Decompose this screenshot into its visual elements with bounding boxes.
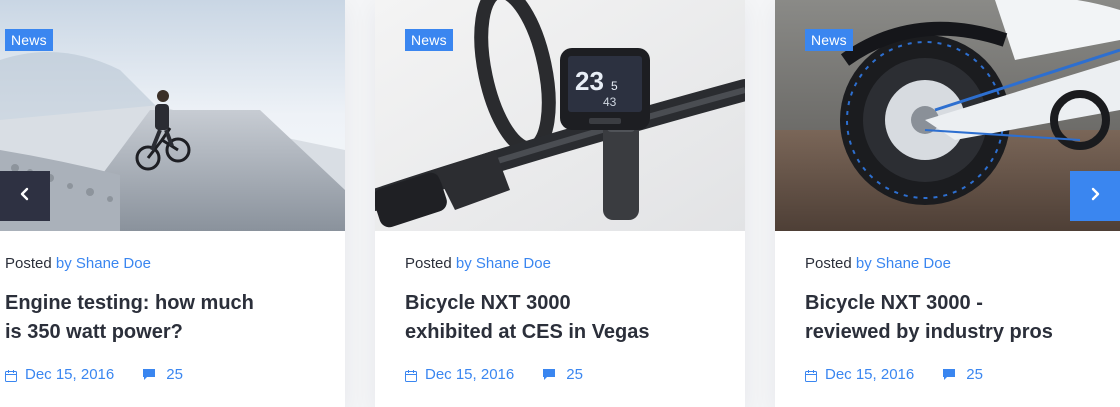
calendar-icon (805, 369, 817, 382)
post-author-line: Posted by Shane Doe (805, 255, 1120, 273)
calendar-icon (405, 369, 417, 382)
post-date: Dec 15, 2016 (825, 366, 915, 383)
author-link[interactable]: by Shane Doe (56, 255, 151, 272)
post-author-line: Posted by Shane Doe (5, 255, 345, 273)
posted-label: Posted (5, 255, 52, 272)
comment-count[interactable]: 25 (966, 366, 983, 383)
comment-icon (142, 368, 156, 381)
posted-label: Posted (405, 255, 452, 272)
blog-carousel: News Posted by Shane Doe Engine testing:… (0, 0, 1120, 407)
post-card[interactable]: News Posted by Shane Doe Engine testing:… (0, 0, 345, 407)
post-meta: Dec 15, 2016 25 (405, 366, 745, 383)
post-date: Dec 15, 2016 (25, 366, 115, 383)
post-card[interactable]: News Posted by Shane Doe Bicycle NXT 300… (775, 0, 1120, 407)
comment-icon (542, 368, 556, 381)
post-image-cyclist[interactable]: News (0, 0, 345, 231)
post-image-rear-wheel[interactable]: News (775, 0, 1120, 231)
post-meta: Dec 15, 2016 25 (5, 366, 345, 383)
comment-count[interactable]: 25 (566, 366, 583, 383)
post-body: Posted by Shane Doe Bicycle NXT 3000 - r… (775, 231, 1120, 407)
chevron-right-icon (1089, 187, 1101, 206)
post-title-line[interactable]: reviewed by industry pros (805, 318, 1105, 347)
comment-icon (942, 368, 956, 381)
category-tag[interactable]: News (805, 29, 853, 51)
display-speed: 23 (575, 66, 604, 96)
post-title[interactable]: Bicycle NXT 3000 - reviewed by industry … (805, 289, 1105, 347)
post-author-line: Posted by Shane Doe (405, 255, 745, 273)
chevron-left-icon (19, 187, 31, 206)
post-meta: Dec 15, 2016 25 (805, 366, 1120, 383)
display-distance: 43 (603, 95, 617, 109)
category-tag[interactable]: News (405, 29, 453, 51)
carousel-prev-button[interactable] (0, 171, 50, 221)
calendar-icon (5, 369, 17, 382)
post-image-handlebar[interactable]: 23 5 43 News (375, 0, 745, 231)
post-body: Posted by Shane Doe Bicycle NXT 3000 exh… (375, 231, 745, 407)
post-title-line[interactable]: Engine testing: how much (5, 289, 305, 318)
post-body: Posted by Shane Doe Engine testing: how … (0, 231, 345, 407)
post-date: Dec 15, 2016 (425, 366, 515, 383)
author-link[interactable]: by Shane Doe (856, 255, 951, 272)
author-link[interactable]: by Shane Doe (456, 255, 551, 272)
post-title-line[interactable]: Bicycle NXT 3000 - (805, 289, 1105, 318)
post-title-line[interactable]: exhibited at CES in Vegas (405, 318, 705, 347)
post-title[interactable]: Engine testing: how much is 350 watt pow… (5, 289, 305, 347)
post-title-line[interactable]: is 350 watt power? (5, 318, 305, 347)
category-tag[interactable]: News (5, 29, 53, 51)
post-card[interactable]: 23 5 43 News Posted by Shane Doe Bicycle… (375, 0, 745, 407)
carousel-next-button[interactable] (1070, 171, 1120, 221)
post-title[interactable]: Bicycle NXT 3000 exhibited at CES in Veg… (405, 289, 705, 347)
posted-label: Posted (805, 255, 852, 272)
post-title-line[interactable]: Bicycle NXT 3000 (405, 289, 705, 318)
display-speed-decimal: 5 (611, 79, 618, 93)
comment-count[interactable]: 25 (166, 366, 183, 383)
